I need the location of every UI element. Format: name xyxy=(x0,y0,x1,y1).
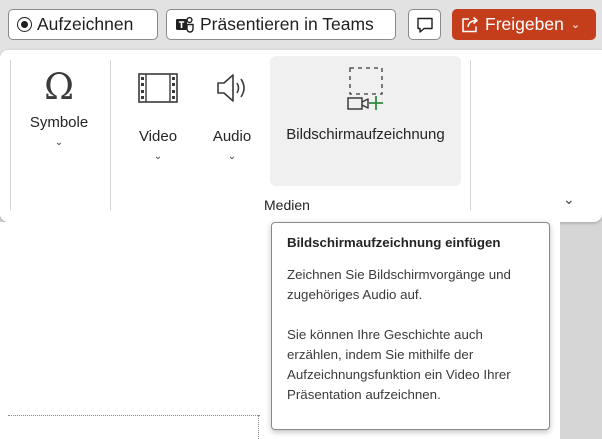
omega-icon: Ω xyxy=(44,67,74,106)
ribbon-collapse-chevron-icon[interactable]: ⌄ xyxy=(563,191,575,208)
screen-recording-label: Bildschirmaufzeichnung xyxy=(286,126,445,143)
present-in-teams-button[interactable]: Präsentieren in Teams xyxy=(166,9,396,40)
share-icon xyxy=(462,16,478,32)
record-button-label: Aufzeichnen xyxy=(37,14,134,34)
tooltip-description: Zeichnen Sie Bildschirmvorgänge und zuge… xyxy=(287,267,511,302)
record-button[interactable]: Aufzeichnen xyxy=(8,9,158,40)
tooltip-description: Sie können Ihre Geschichte auch erzählen… xyxy=(287,327,511,402)
audio-button[interactable]: Audio ⌄ xyxy=(204,70,260,162)
video-label: Video xyxy=(138,128,178,145)
screen-recording-tooltip: Bildschirmaufzeichnung einfügen Zeichnen… xyxy=(271,222,550,430)
speaker-icon xyxy=(217,74,245,102)
present-in-teams-label: Präsentieren in Teams xyxy=(200,14,374,34)
top-bar: Aufzeichnen Präsentieren in Teams Freige… xyxy=(0,0,602,56)
slide-placeholder-border xyxy=(8,415,260,416)
comments-button[interactable] xyxy=(408,9,441,40)
symbols-label: Symbole xyxy=(29,114,89,131)
chevron-down-icon: ⌄ xyxy=(153,151,163,162)
ribbon-separator xyxy=(110,60,111,210)
ribbon-separator xyxy=(10,60,11,210)
video-button[interactable]: Video ⌄ xyxy=(130,70,186,162)
ribbon-separator xyxy=(470,60,471,210)
group-label-media: Medien xyxy=(264,197,310,213)
slide-placeholder-border xyxy=(258,415,259,439)
chevron-down-icon: ⌄ xyxy=(227,151,237,162)
share-button-label: Freigeben xyxy=(485,14,564,34)
svg-text:Ω: Ω xyxy=(44,67,74,106)
comment-icon xyxy=(416,17,433,33)
record-icon xyxy=(17,17,32,32)
chevron-down-icon: ⌄ xyxy=(54,137,64,148)
screen-recording-icon xyxy=(346,67,383,110)
chevron-down-icon: ⌄ xyxy=(570,19,581,31)
teams-icon xyxy=(176,16,194,33)
screen-recording-button[interactable]: Bildschirmaufzeichnung xyxy=(270,66,461,143)
audio-label: Audio xyxy=(212,128,252,145)
film-icon xyxy=(138,73,178,103)
tooltip-title: Bildschirmaufzeichnung einfügen xyxy=(287,235,501,250)
symbols-button[interactable]: Ω Symbole ⌄ xyxy=(24,66,94,148)
ribbon-panel: Ω Symbole ⌄ Video ⌄ Audio ⌄ Bildschirmau… xyxy=(0,50,602,222)
share-button[interactable]: Freigeben ⌄ xyxy=(452,9,596,40)
